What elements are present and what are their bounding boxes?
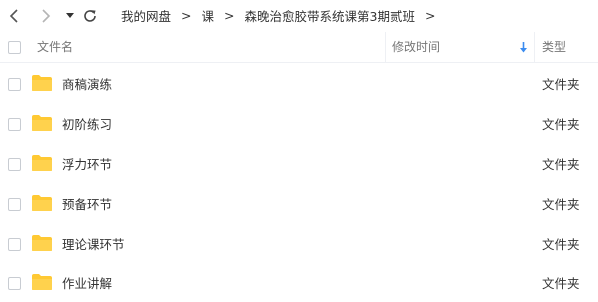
- folder-icon: [31, 273, 53, 291]
- folder-icon: [31, 114, 53, 132]
- file-name[interactable]: 商稿演练: [62, 65, 112, 105]
- breadcrumb-item-current-folder[interactable]: 森晚治愈胶带系统课第3期贰班: [245, 6, 415, 25]
- file-type: 文件夹: [542, 197, 580, 212]
- column-divider[interactable]: [534, 32, 535, 63]
- chevron-right-icon: [39, 9, 51, 23]
- breadcrumb-separator: >: [224, 7, 235, 23]
- file-row[interactable]: 作业讲解 文件夹: [0, 264, 598, 302]
- history-dropdown-button[interactable]: [59, 5, 81, 27]
- sort-descending-icon[interactable]: [519, 42, 528, 56]
- column-header-modified[interactable]: 修改时间: [392, 32, 440, 63]
- navigation-toolbar: 我的网盘 > 课 > 森晚治愈胶带系统课第3期贰班 >: [0, 0, 598, 32]
- file-row[interactable]: 预备环节 文件夹: [0, 185, 598, 225]
- back-button[interactable]: [4, 5, 26, 27]
- column-header-type[interactable]: 类型: [542, 32, 566, 63]
- row-checkbox[interactable]: [8, 277, 21, 290]
- breadcrumb-item-course[interactable]: 课: [202, 6, 215, 25]
- folder-icon: [31, 234, 53, 252]
- refresh-button[interactable]: [79, 5, 101, 27]
- breadcrumb: 我的网盘 > 课 > 森晚治愈胶带系统课第3期贰班 >: [121, 0, 445, 30]
- breadcrumb-separator: >: [181, 7, 192, 23]
- file-name[interactable]: 预备环节: [62, 185, 112, 225]
- row-checkbox[interactable]: [8, 198, 21, 211]
- row-checkbox[interactable]: [8, 238, 21, 251]
- file-type: 文件夹: [542, 157, 580, 172]
- folder-icon: [31, 154, 53, 172]
- file-type: 文件夹: [542, 117, 580, 132]
- file-row[interactable]: 理论课环节 文件夹: [0, 225, 598, 265]
- select-all-checkbox[interactable]: [8, 41, 21, 54]
- file-row[interactable]: 浮力环节 文件夹: [0, 145, 598, 185]
- file-name[interactable]: 理论课环节: [62, 225, 125, 265]
- file-type: 文件夹: [542, 276, 580, 291]
- column-header-name[interactable]: 文件名: [37, 32, 73, 63]
- folder-icon: [31, 194, 53, 212]
- chevron-left-icon: [9, 9, 21, 23]
- file-type: 文件夹: [542, 237, 580, 252]
- folder-icon: [31, 74, 53, 92]
- file-name[interactable]: 浮力环节: [62, 145, 112, 185]
- forward-button[interactable]: [34, 5, 56, 27]
- breadcrumb-item-my-drive[interactable]: 我的网盘: [121, 6, 171, 25]
- row-checkbox[interactable]: [8, 78, 21, 91]
- breadcrumb-separator[interactable]: >: [425, 8, 435, 23]
- file-type: 文件夹: [542, 77, 580, 92]
- file-name[interactable]: 作业讲解: [62, 264, 112, 302]
- row-checkbox[interactable]: [8, 158, 21, 171]
- file-list-header: 文件名 修改时间 类型: [0, 32, 598, 63]
- row-checkbox[interactable]: [8, 118, 21, 131]
- caret-down-icon: [66, 13, 74, 19]
- file-row[interactable]: 商稿演练 文件夹: [0, 65, 598, 105]
- column-divider[interactable]: [385, 32, 386, 63]
- refresh-icon: [82, 8, 98, 24]
- file-name[interactable]: 初阶练习: [62, 105, 112, 145]
- file-row[interactable]: 初阶练习 文件夹: [0, 105, 598, 145]
